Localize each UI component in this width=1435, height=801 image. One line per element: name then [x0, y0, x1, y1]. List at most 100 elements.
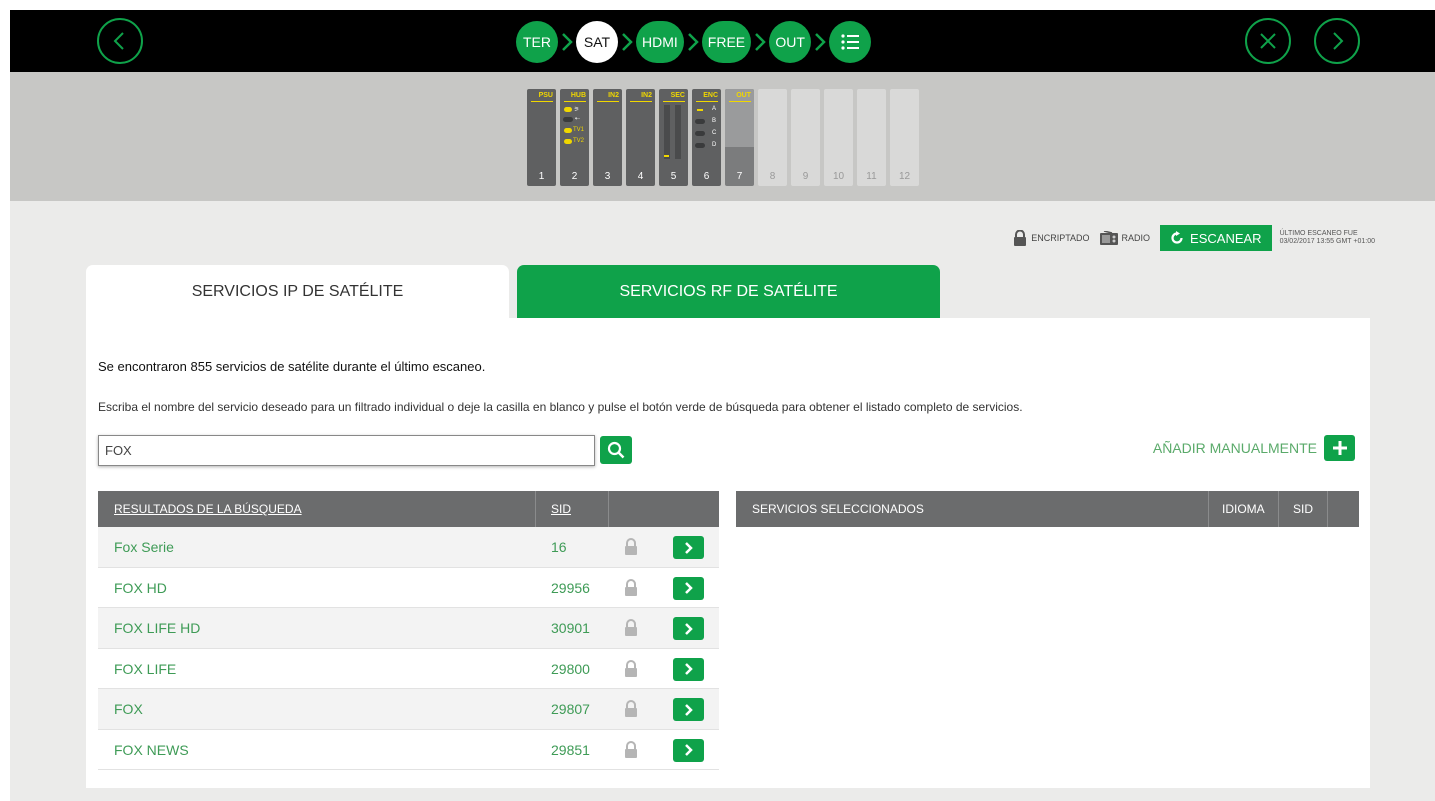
step-hdmi[interactable]: HDMI [636, 21, 684, 63]
column-divider [608, 491, 609, 527]
slot-label-line [630, 101, 652, 102]
rack-slot-in2[interactable]: IN2 3 [593, 89, 622, 186]
add-manually-link[interactable]: AÑADIR MANUALMENTE [1153, 440, 1317, 456]
tab-rf-services[interactable]: SERVICIOS RF DE SATÉLITE [517, 265, 940, 318]
slot-number: 6 [703, 171, 710, 182]
lock-icon [625, 700, 637, 717]
add-manually-button[interactable] [1324, 435, 1355, 461]
services-panel: Se encontraron 855 servicios de satélite… [86, 318, 1370, 788]
lock-icon [625, 740, 637, 758]
radio-icon [1099, 231, 1118, 245]
add-service-button[interactable] [673, 738, 704, 762]
module-rack: PSU 1 HUB ⚞ ⇠ TV1 TV2 2 IN2 3 IN2 4 SEC … [10, 72, 1435, 201]
slot-label-line [663, 101, 685, 102]
channel-indicator [695, 143, 705, 148]
step-arrow-icon [684, 32, 702, 52]
rack-slot-in2[interactable]: IN2 4 [626, 89, 655, 186]
rack-slot-empty[interactable]: 9 [791, 89, 820, 186]
close-button[interactable] [1245, 18, 1291, 64]
slot-label: PSU [538, 92, 553, 99]
radio-label: RADIO [1121, 233, 1151, 243]
port-label-tv2: TV2 [573, 138, 585, 144]
slot-label-line [564, 101, 586, 102]
slot-number: 2 [571, 171, 578, 182]
list-icon [841, 34, 860, 50]
step-sat[interactable]: SAT [576, 21, 618, 63]
usb-icon: ⇠ [575, 116, 581, 122]
rack-slot-hub[interactable]: HUB ⚞ ⇠ TV1 TV2 2 [560, 89, 589, 186]
port-indicator [564, 139, 572, 144]
slot-number: 7 [736, 171, 743, 182]
radio-legend: RADIO [1099, 231, 1151, 245]
step-free[interactable]: FREE [701, 21, 752, 63]
slot-label: SEC [670, 92, 685, 99]
rack-slot-sec[interactable]: SEC 5 [659, 89, 688, 186]
step-ter[interactable]: TER [516, 21, 558, 63]
search-icon [607, 441, 625, 459]
rack-slot-psu[interactable]: PSU 1 [527, 89, 556, 186]
scan-button-label: ESCANEAR [1190, 230, 1262, 246]
add-service-button[interactable] [673, 536, 704, 559]
table-row[interactable]: FOX LIFE 29800 [98, 649, 719, 689]
scan-result-text: Se encontraron 855 servicios de satélite… [98, 359, 486, 374]
rack-slot-enc[interactable]: ENC A B C D 6 [692, 89, 721, 186]
column-divider [1208, 491, 1209, 527]
channel-indicator [695, 119, 705, 124]
channel-label: C [712, 130, 717, 136]
search-button[interactable] [600, 436, 632, 464]
table-row[interactable]: FOX LIFE HD 30901 [98, 608, 719, 649]
sec-bar [664, 105, 670, 159]
lock-icon [625, 578, 637, 596]
sort-by-name[interactable]: RESULTADOS DE LA BÚSQUEDA [114, 491, 302, 527]
service-name: Fox Serie [114, 539, 174, 555]
selected-services-table: SERVICIOS SELECCIONADOS IDIOMA SID [736, 491, 1359, 527]
last-scan-info: ÚLTIMO ESCANEO FUE 03/02/2017 13:55 GMT … [1280, 230, 1375, 246]
instructions-text: Escriba el nombre del servicio deseado p… [98, 400, 1023, 414]
last-scan-label: ÚLTIMO ESCANEO FUE [1279, 230, 1358, 237]
step-out[interactable]: OUT [769, 21, 812, 63]
sort-by-sid[interactable]: SID [551, 491, 571, 527]
service-sid: 29956 [551, 579, 590, 596]
scan-button[interactable]: ESCANEAR [1160, 225, 1272, 251]
service-sid: 29851 [551, 741, 590, 758]
rack-slot-out[interactable]: OUT 7 [725, 89, 754, 186]
tab-ip-services[interactable]: SERVICIOS IP DE SATÉLITE [86, 265, 509, 318]
add-service-button[interactable] [673, 617, 704, 640]
slot-number: 1 [538, 171, 545, 182]
step-summary[interactable] [829, 21, 872, 63]
back-button[interactable] [97, 18, 143, 64]
status-row: ENCRIPTADO RADIO ESCANEAR ÚLTIMO ESCANEO… [1013, 225, 1375, 251]
rack-slot-empty[interactable]: 11 [857, 89, 886, 186]
rack-slot-empty[interactable]: 12 [890, 89, 919, 186]
add-service-button[interactable] [673, 576, 704, 600]
table-row[interactable]: FOX NEWS 29851 [98, 730, 719, 770]
column-divider [1327, 491, 1328, 527]
port-indicator [564, 128, 572, 133]
slot-number: 4 [637, 171, 644, 182]
search-results-table: RESULTADOS DE LA BÚSQUEDA SID Fox Serie … [98, 491, 719, 770]
slot-label-line [597, 101, 619, 102]
service-sid: 30901 [551, 620, 590, 636]
slot-label: HUB [570, 92, 586, 99]
slot-number: 10 [832, 171, 845, 182]
top-navigation-bar: TER SAT HDMI FREE OUT [10, 10, 1435, 72]
service-name: FOX LIFE [114, 660, 177, 677]
next-button[interactable] [1314, 18, 1360, 64]
rack-slot-empty[interactable]: 8 [758, 89, 787, 186]
search-input[interactable] [98, 435, 595, 466]
selected-title: SERVICIOS SELECCIONADOS [752, 502, 924, 516]
channel-label: D [712, 142, 717, 148]
chevron-right-icon [684, 622, 693, 635]
rack-slot-empty[interactable]: 10 [824, 89, 853, 186]
add-service-button[interactable] [673, 657, 704, 681]
table-row[interactable]: Fox Serie 16 [98, 527, 719, 568]
add-service-button[interactable] [673, 698, 704, 721]
refresh-icon [1171, 231, 1183, 244]
table-row[interactable]: FOX 29807 [98, 689, 719, 730]
lnb-port-icon [564, 107, 572, 112]
table-row[interactable]: FOX HD 29956 [98, 568, 719, 608]
slot-number: 12 [898, 171, 911, 182]
channel-indicator [697, 109, 703, 111]
slot-label: ENC [703, 92, 718, 99]
slot-number: 8 [769, 171, 776, 182]
